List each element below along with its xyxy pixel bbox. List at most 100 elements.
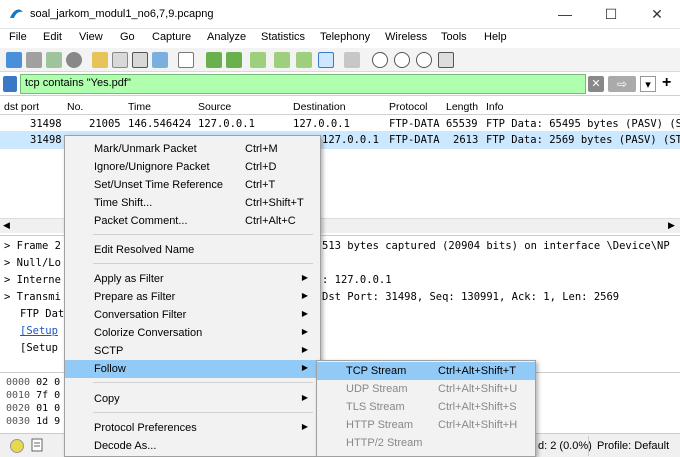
find-packet-icon[interactable]	[178, 52, 194, 68]
capture-file-properties-icon[interactable]	[30, 438, 44, 452]
menu-item-sctp[interactable]: SCTP ▶	[65, 342, 320, 360]
menu-separator	[93, 263, 313, 264]
start-capture-icon[interactable]	[6, 52, 22, 68]
display-filter-input[interactable]: tcp contains "Yes.pdf"	[20, 74, 586, 94]
column-length[interactable]: Length	[446, 101, 478, 113]
detail-ftp-data[interactable]: FTP Dat	[20, 308, 64, 320]
menu-item-colorize-conversation[interactable]: Colorize Conversation ▶	[65, 324, 320, 342]
menu-item-apply-as-filter[interactable]: Apply as Filter ▶	[65, 270, 320, 288]
cell-time: 146.546424	[128, 118, 192, 130]
detail-setup-method[interactable]: [Setup	[20, 342, 58, 354]
wireshark-fin-icon	[10, 9, 23, 18]
restart-capture-icon[interactable]	[46, 52, 62, 68]
go-forward-icon[interactable]	[226, 52, 242, 68]
submenu-item-http2-stream[interactable]: HTTP/2 Stream	[317, 434, 535, 452]
window-title: soal_jarkom_modul1_no6,7,9.pcapng	[30, 8, 214, 20]
go-back-icon[interactable]	[206, 52, 222, 68]
menu-item-prepare-as-filter[interactable]: Prepare as Filter ▶	[65, 288, 320, 306]
status-divider	[588, 436, 589, 456]
detail-internet-protocol[interactable]: > Interne: 127.0.0.1	[4, 274, 392, 286]
submenu-arrow-icon: ▶	[301, 422, 308, 431]
menu-analyze[interactable]: Analyze	[207, 31, 246, 43]
cell-protocol: FTP-DATA	[389, 118, 440, 130]
column-time[interactable]: Time	[128, 101, 151, 113]
cell-destination: 127.0.0.1	[322, 134, 379, 146]
reload-icon[interactable]	[152, 52, 168, 68]
column-no[interactable]: No.	[67, 101, 83, 113]
menu-view[interactable]: View	[79, 31, 103, 43]
menu-telephony[interactable]: Telephony	[320, 31, 370, 43]
column-source[interactable]: Source	[198, 101, 231, 113]
submenu-item-tls-stream[interactable]: TLS Stream Ctrl+Alt+Shift+S	[317, 398, 535, 416]
scroll-right-icon[interactable]: ▶	[668, 220, 675, 231]
colorize-icon[interactable]	[344, 52, 360, 68]
detail-null-loopback[interactable]: > Null/Lo	[4, 257, 61, 269]
menu-help[interactable]: Help	[484, 31, 507, 43]
column-protocol[interactable]: Protocol	[389, 101, 428, 113]
expert-info-icon[interactable]	[10, 439, 24, 453]
cell-no: 21005	[89, 118, 121, 130]
column-info[interactable]: Info	[486, 101, 504, 113]
save-file-icon[interactable]	[112, 52, 128, 68]
go-to-packet-icon[interactable]	[250, 52, 266, 68]
open-file-icon[interactable]	[92, 52, 108, 68]
menu-statistics[interactable]: Statistics	[261, 31, 305, 43]
apply-filter-icon[interactable]: ⇨	[608, 76, 636, 92]
menu-item-edit-resolved-name[interactable]: Edit Resolved Name	[65, 241, 320, 259]
menu-item-conversation-filter[interactable]: Conversation Filter ▶	[65, 306, 320, 324]
clear-filter-icon[interactable]: ✕	[588, 76, 604, 92]
menu-separator	[93, 234, 313, 235]
resize-columns-icon[interactable]	[438, 52, 454, 68]
menu-go[interactable]: Go	[120, 31, 135, 43]
stop-capture-icon[interactable]	[26, 52, 42, 68]
zoom-in-icon[interactable]	[372, 52, 388, 68]
minimize-button[interactable]: —	[542, 0, 588, 29]
bookmark-icon[interactable]	[3, 76, 17, 92]
submenu-item-http-stream[interactable]: HTTP Stream Ctrl+Alt+Shift+H	[317, 416, 535, 434]
submenu-arrow-icon: ▶	[301, 309, 308, 318]
menu-edit[interactable]: Edit	[43, 31, 62, 43]
menu-item-copy[interactable]: Copy ▶	[65, 390, 320, 408]
menu-wireless[interactable]: Wireless	[385, 31, 427, 43]
cell-info: FTP Data: 65495 bytes (PASV) (S	[486, 118, 680, 130]
last-packet-icon[interactable]	[296, 52, 312, 68]
cell-length: 65539	[446, 118, 478, 130]
first-packet-icon[interactable]	[274, 52, 290, 68]
capture-options-icon[interactable]	[66, 52, 82, 68]
column-destination[interactable]: Destination	[293, 101, 346, 113]
scroll-left-icon[interactable]: ◀	[3, 220, 10, 231]
menu-item-protocol-preferences[interactable]: Protocol Preferences ▶	[65, 419, 320, 437]
menu-capture[interactable]: Capture	[152, 31, 191, 43]
menu-item-time-reference[interactable]: Set/Unset Time Reference Ctrl+T	[65, 176, 320, 194]
column-dst-port[interactable]: dst port	[4, 101, 39, 113]
submenu-arrow-icon: ▶	[301, 273, 308, 282]
close-window-button[interactable]: ✕	[634, 0, 680, 29]
normal-size-icon[interactable]	[416, 52, 432, 68]
close-file-icon[interactable]	[132, 52, 148, 68]
profile-label[interactable]: Profile: Default	[597, 440, 669, 452]
menu-item-time-shift[interactable]: Time Shift... Ctrl+Shift+T	[65, 194, 320, 212]
displayed-count: d: 2 (0.0%)	[538, 440, 592, 452]
detail-transmission-control[interactable]: > Transmi Dst Port: 31498, Seq: 130991, A…	[4, 291, 619, 303]
submenu-item-tcp-stream[interactable]: TCP Stream Ctrl+Alt+Shift+T	[317, 362, 535, 380]
menu-item-mark-unmark[interactable]: Mark/Unmark Packet Ctrl+M	[65, 140, 320, 158]
zoom-out-icon[interactable]	[394, 52, 410, 68]
submenu-item-udp-stream[interactable]: UDP Stream Ctrl+Alt+Shift+U	[317, 380, 535, 398]
bytes-line: 0000 02 0	[6, 377, 61, 388]
cell-source: 127.0.0.1	[198, 118, 255, 130]
menu-item-packet-comment[interactable]: Packet Comment... Ctrl+Alt+C	[65, 212, 320, 230]
menu-item-follow[interactable]: Follow ▶	[65, 360, 320, 378]
detail-frame[interactable]: > Frame 2 513 bytes captured (20904 bits)…	[4, 240, 670, 252]
menu-item-ignore-unignore[interactable]: Ignore/Unignore Packet Ctrl+D	[65, 158, 320, 176]
filter-dropdown-icon[interactable]: ▾	[640, 76, 656, 92]
follow-submenu: TCP Stream Ctrl+Alt+Shift+T UDP Stream Ctr…	[316, 360, 536, 457]
auto-scroll-icon[interactable]	[318, 52, 334, 68]
menu-item-decode-as[interactable]: Decode As...	[65, 437, 320, 455]
cell-dst-port: 31498	[30, 118, 62, 130]
add-filter-button-icon[interactable]: +	[662, 74, 671, 92]
menu-tools[interactable]: Tools	[441, 31, 467, 43]
menu-file[interactable]: File	[9, 31, 27, 43]
bytes-line: 0010 7f 0	[6, 390, 61, 401]
maximize-button[interactable]: ☐	[588, 0, 634, 29]
detail-setup-frame-link[interactable]: [Setup	[20, 325, 58, 337]
